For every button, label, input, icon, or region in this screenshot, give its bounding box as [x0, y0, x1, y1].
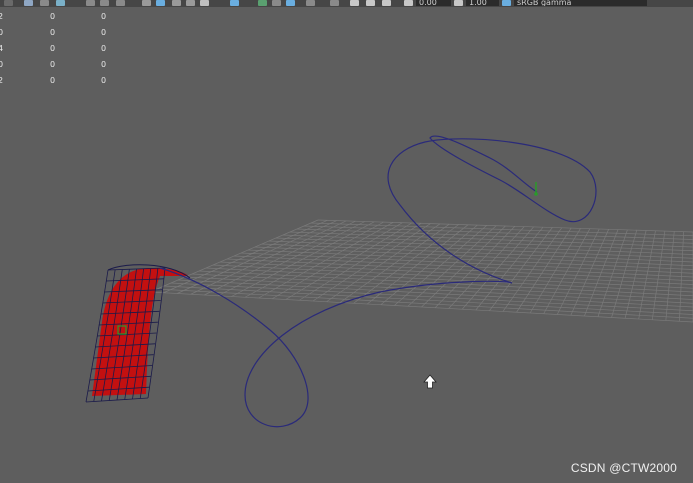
nurbs-surface[interactable] — [85, 264, 191, 403]
grid-line — [170, 282, 693, 312]
grid-line — [219, 261, 693, 285]
mouse-cursor-icon — [422, 374, 438, 390]
grid-line — [212, 264, 693, 289]
3d-viewport[interactable]: 0.00 1.00 sRGB gamma 2 0 0 0 0 0 4 0 0 0… — [0, 0, 693, 483]
grid-line — [310, 222, 693, 237]
grid-line — [289, 231, 693, 248]
grid-line — [303, 225, 693, 240]
curve-pivot-handle[interactable] — [534, 182, 538, 196]
grid-line — [156, 288, 693, 319]
grid-line — [191, 273, 693, 300]
grid-line — [317, 219, 693, 233]
nurbs-curve[interactable] — [159, 135, 597, 428]
scene-canvas[interactable] — [0, 0, 693, 483]
watermark-text: CSDN @CTW2000 — [570, 461, 677, 475]
ground-grid — [149, 219, 693, 323]
